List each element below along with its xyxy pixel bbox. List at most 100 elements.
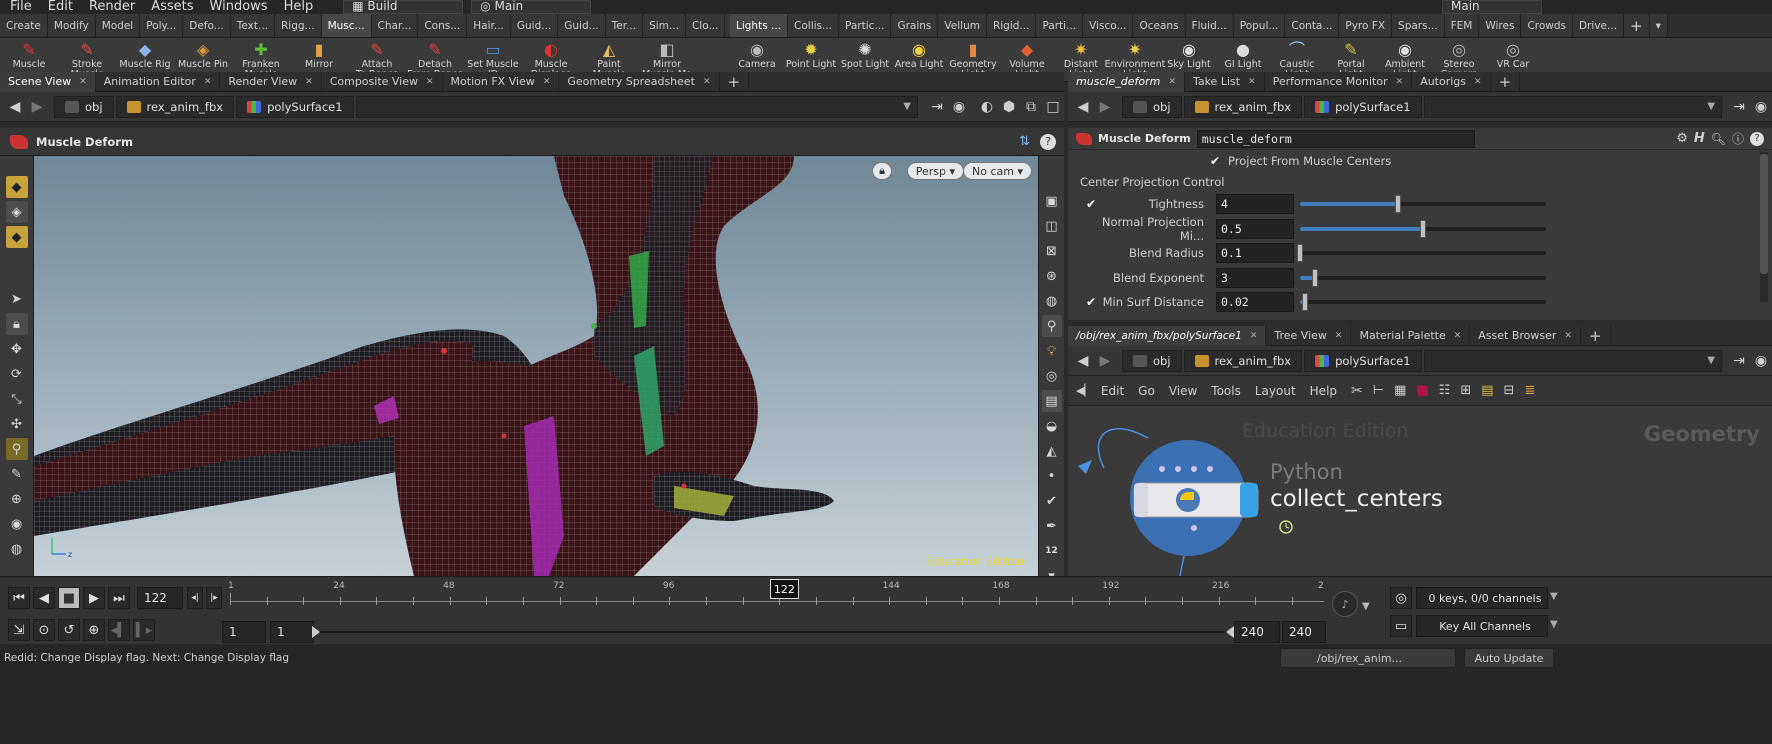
close-icon[interactable]: ✕ [543, 77, 551, 87]
shelf-tab[interactable]: Defo... [183, 14, 231, 37]
layout-icon[interactable]: ⊟ [1504, 383, 1515, 398]
shelf-tab[interactable]: Model [95, 14, 141, 37]
menu-file[interactable]: File [10, 0, 32, 13]
playhead[interactable]: 122 [769, 579, 799, 599]
shelf-tab[interactable]: Wires [1479, 14, 1522, 37]
tab-composite-view[interactable]: Composite View ✕ [322, 71, 443, 92]
tab-asset-browser[interactable]: Asset Browser ✕ [1470, 325, 1581, 346]
shelf-tab[interactable]: Conta... [1285, 14, 1340, 37]
forward-arrow-icon[interactable]: ▶ [26, 99, 48, 115]
link-icon[interactable]: ◉ [1750, 99, 1772, 115]
target-icon[interactable]: ◎ [1042, 365, 1062, 387]
close-icon[interactable]: ✕ [1396, 77, 1404, 87]
menu-view[interactable]: View [1169, 384, 1197, 398]
close-icon[interactable]: ✕ [1474, 77, 1482, 87]
tree-icon[interactable]: ⊢ [1373, 383, 1384, 398]
pen-icon[interactable]: ✒ [1042, 515, 1062, 537]
loop-icon[interactable]: ↺ [58, 619, 80, 641]
close-icon[interactable]: ✕ [703, 77, 711, 87]
path-rex-anim-fbx[interactable]: rex_anim_fbx [1183, 95, 1303, 118]
shelf-tab[interactable]: Drive... [1573, 14, 1625, 37]
node-name-field[interactable]: muscle_deform [1196, 129, 1475, 148]
maximize-icon[interactable]: □ [1042, 99, 1064, 115]
camera-icon[interactable]: ▤ [1041, 390, 1062, 412]
input-connector[interactable] [1207, 466, 1213, 472]
next-key-icon[interactable]: ▍▸ [133, 619, 155, 641]
key-all-dropdown-icon[interactable]: ▼ [1550, 619, 1558, 630]
shelf-tab[interactable]: Text... [230, 14, 275, 37]
shelf-tab[interactable]: Rigid... [986, 14, 1037, 37]
slider-handle[interactable] [1301, 293, 1308, 312]
menu-assets[interactable]: Assets [151, 0, 193, 13]
link-icon[interactable]: ◉ [948, 99, 970, 115]
path-dropdown[interactable]: ▼ [355, 95, 918, 118]
param-slider[interactable] [1300, 195, 1546, 214]
geo-icon[interactable]: ◭ [1042, 440, 1062, 462]
status-path[interactable]: /obj/rex_anim... [1280, 648, 1456, 668]
shelf-tab[interactable]: Pyro FX [1339, 14, 1393, 37]
tab-render-view[interactable]: Render View ✕ [220, 71, 322, 92]
key-mode-icon[interactable]: ⊙ [33, 619, 55, 641]
channel-icon[interactable]: ◎ [1390, 587, 1412, 609]
muscle-rig-tool[interactable]: ◆ Muscle Rig [116, 40, 174, 70]
shelf-menu-icon[interactable]: ▾ [1649, 14, 1668, 37]
keys-dropdown-icon[interactable]: ▼ [1550, 591, 1558, 602]
close-icon[interactable]: ✕ [204, 77, 212, 87]
dot-icon[interactable]: • [1042, 465, 1062, 487]
display-options-icon[interactable]: ▣ [1042, 190, 1062, 212]
project-centers-toggle[interactable]: ✔ Project From Muscle Centers [1068, 150, 1772, 172]
forward-arrow-icon[interactable]: ▶ [1094, 353, 1116, 369]
add-tab-icon[interactable]: + [1491, 71, 1521, 92]
step-forward-icon[interactable]: |▸ [206, 587, 222, 609]
back-arrow-icon[interactable]: ◀ [1072, 353, 1094, 369]
wireframe-icon[interactable]: ◍ [1042, 290, 1062, 312]
view-tool-icon[interactable]: ◉ [6, 513, 28, 535]
play-reverse-icon[interactable]: ◀ [33, 587, 55, 609]
current-frame-field[interactable]: 122 [137, 587, 183, 609]
light-icon[interactable]: 💡︎ [1042, 340, 1062, 362]
param-scrollbar[interactable] [1760, 152, 1768, 302]
persp-dropdown[interactable]: Persp ▾ [906, 162, 964, 180]
param-slider[interactable] [1300, 268, 1546, 287]
timeline-bar[interactable]: 1 24 48 72 96 144 168 192 216 2 122 [228, 577, 1324, 621]
back-arrow-icon[interactable]: ◀ [4, 99, 26, 115]
collapse-icon[interactable]: ◀▏ [1076, 384, 1093, 397]
tab-tree-view[interactable]: Tree View ✕ [1266, 325, 1352, 346]
muscle-pin-tool[interactable]: ◈ Muscle Pin [174, 40, 232, 70]
shelf-tab[interactable]: Guid... [558, 14, 606, 37]
menu-edit[interactable]: Edit [1101, 384, 1124, 398]
shelf-tab[interactable]: Hair... [467, 14, 511, 37]
view-state-icon[interactable]: ◆ [5, 176, 28, 198]
back-arrow-icon[interactable]: ◀ [1072, 99, 1094, 115]
shelf-tab[interactable]: Crowds [1521, 14, 1574, 37]
jump-start-icon[interactable]: ⏮ [8, 587, 30, 609]
display-icon[interactable]: ⬢ [998, 99, 1020, 115]
auto-update-button[interactable]: Auto Update [1464, 648, 1554, 668]
menu-help[interactable]: Help [1310, 384, 1337, 398]
lock-camera-icon[interactable]: ⊠ [1042, 240, 1062, 262]
shelf-tab[interactable]: Visco... [1083, 14, 1134, 37]
shelf-tab[interactable]: Fluid... [1185, 14, 1234, 37]
grid-icon[interactable]: ▦ [1394, 383, 1406, 398]
shelf-tab[interactable]: Clo... [685, 14, 726, 37]
path-obj[interactable]: obj [1122, 95, 1182, 118]
path-dropdown[interactable]: ▼ [1423, 349, 1722, 372]
path-rex-anim-fbx[interactable]: rex_anim_fbx [115, 95, 235, 118]
checkbox-empty-icon[interactable] [1084, 271, 1098, 285]
pin-icon[interactable]: ⇥ [1728, 99, 1750, 115]
menu-windows[interactable]: Windows [210, 0, 268, 13]
shelf-tab[interactable]: Grains [891, 14, 939, 37]
close-icon[interactable]: ✕ [1454, 331, 1462, 341]
param-value-field[interactable]: 4 [1216, 194, 1294, 215]
shelf-tab[interactable]: Modify [47, 14, 96, 37]
render-region-icon[interactable]: ◍ [6, 538, 28, 560]
sky-light-tool[interactable]: ◉ Sky Light [1162, 40, 1216, 70]
shading-icon[interactable]: ◐ [976, 99, 998, 115]
transform-mode-icon[interactable]: ◆ [5, 226, 28, 248]
path-obj[interactable]: obj [54, 95, 114, 118]
handle-icon[interactable]: ✣ [6, 413, 28, 435]
shelf-tab[interactable]: FEM [1444, 14, 1480, 37]
info-icon[interactable]: ⓘ [1732, 130, 1744, 147]
rotate-icon[interactable]: ⟳ [6, 363, 28, 385]
mirror-tool[interactable]: ▮ Mirror [290, 40, 348, 70]
